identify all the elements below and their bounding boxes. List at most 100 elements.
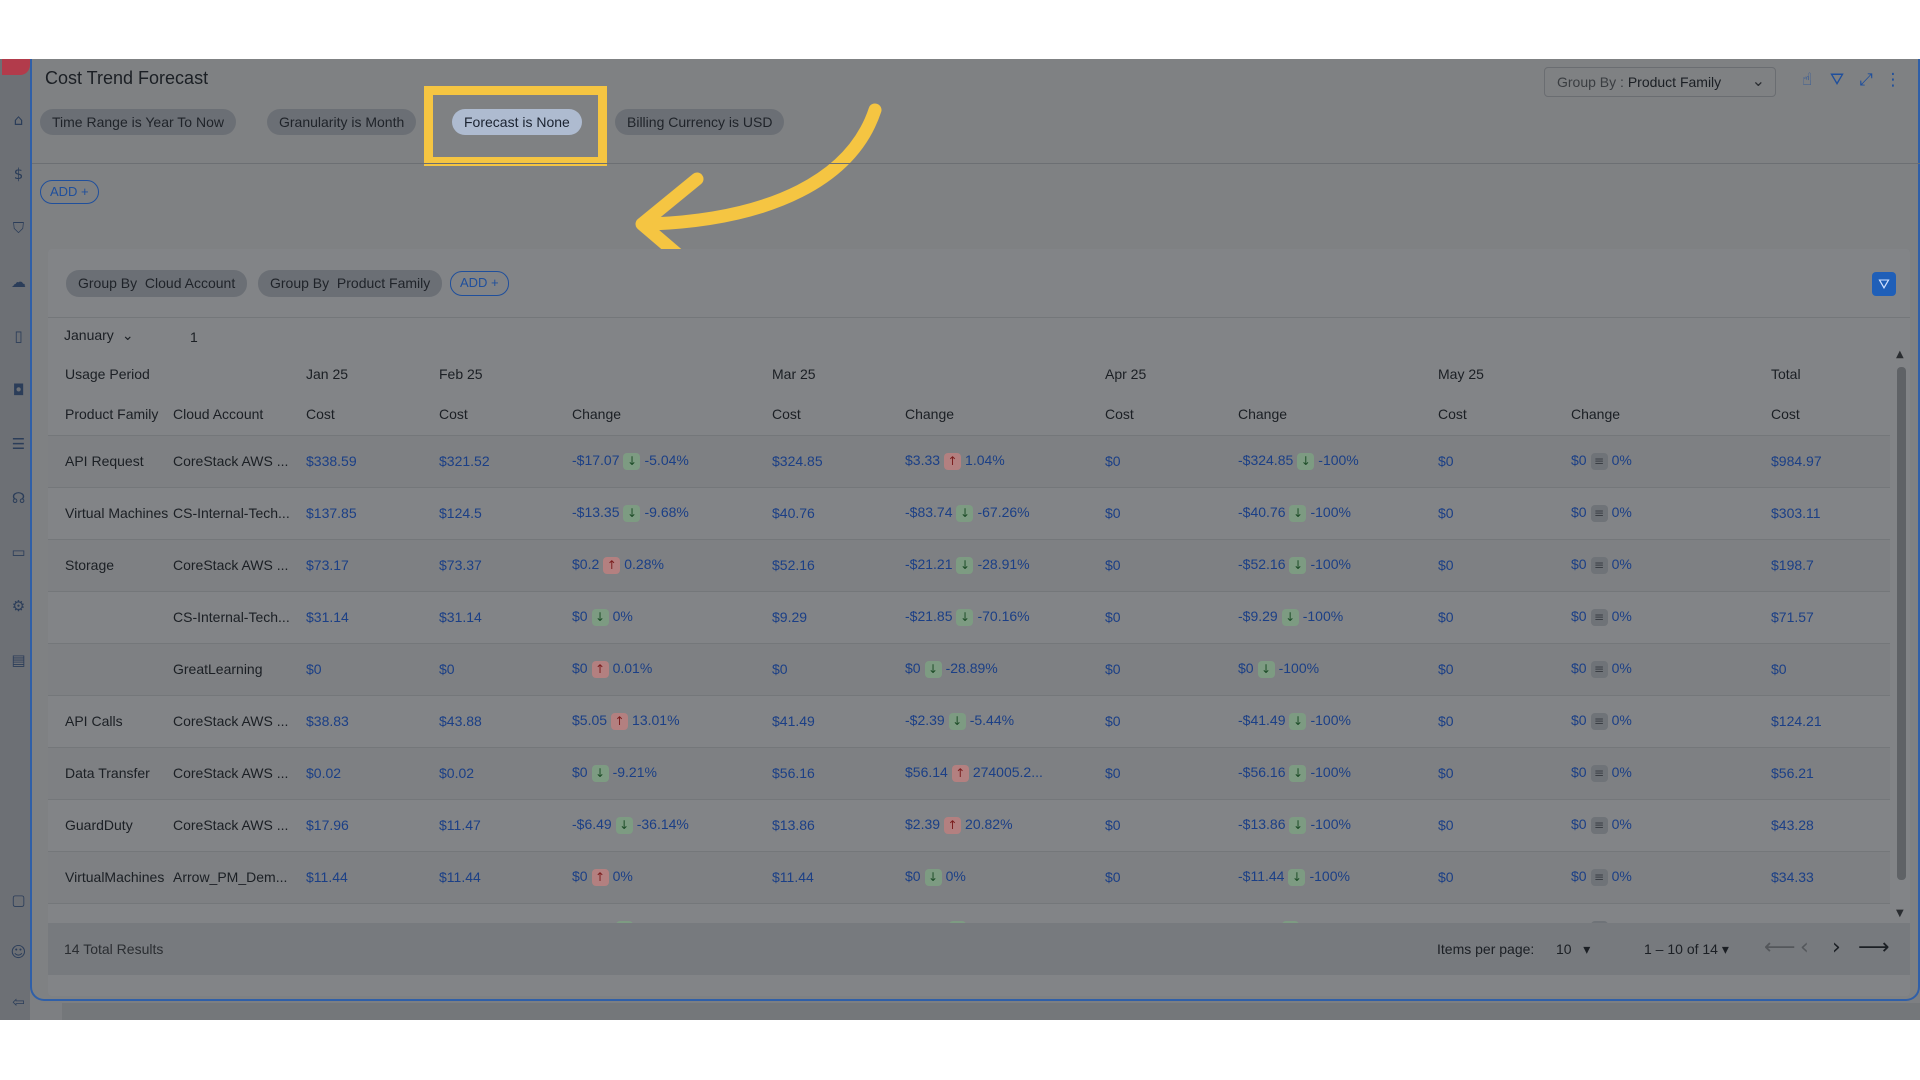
cost-cell[interactable]: $0 (1438, 903, 1571, 923)
total-cost-cell[interactable]: $124.21 (1771, 695, 1890, 748)
next-page-icon[interactable]: › (1832, 935, 1841, 960)
dollar-icon[interactable]: $ (9, 165, 28, 184)
cost-cell[interactable]: $0 (1105, 851, 1238, 904)
column-header[interactable]: Cost (772, 394, 905, 436)
cost-cell[interactable]: $0 (1105, 539, 1238, 592)
cost-cell[interactable]: $73.37 (439, 539, 572, 592)
first-page-icon[interactable]: ⟵ (1764, 935, 1796, 960)
user-icon[interactable]: ☺ (9, 943, 28, 962)
scroll-up-icon[interactable]: ▲ (1896, 349, 1904, 360)
column-header[interactable]: Change (572, 394, 772, 436)
cost-cell[interactable]: $11.44 (439, 851, 572, 904)
cost-cell[interactable]: $11.47 (439, 799, 572, 852)
column-header[interactable]: Change (905, 394, 1105, 436)
column-header[interactable]: Cost (1771, 394, 1890, 436)
cost-cell[interactable]: $6.48 (439, 903, 572, 923)
column-header[interactable]: Cost (1105, 394, 1238, 436)
more-icon[interactable]: ⋮ (1882, 69, 1904, 91)
cost-cell[interactable]: $0 (1438, 695, 1571, 748)
column-header[interactable]: Change (1571, 394, 1771, 436)
cost-cell[interactable]: $0 (1438, 591, 1571, 644)
cost-cell[interactable]: $41.49 (772, 695, 905, 748)
page-range-select[interactable]: 1 – 10 of 14 ▾ (1644, 941, 1729, 958)
group-chip-product-family[interactable]: Group By Product Family (258, 270, 443, 297)
cost-cell[interactable]: $0 (1105, 487, 1238, 540)
support-icon[interactable]: ☊ (9, 489, 28, 508)
cost-cell[interactable]: $124.5 (439, 487, 572, 540)
filter-icon[interactable]: ⛛ (1826, 69, 1848, 91)
cost-cell[interactable]: $9.29 (772, 591, 905, 644)
column-header[interactable]: Cost (1438, 394, 1571, 436)
column-header[interactable]: Change (1238, 394, 1438, 436)
logout-icon[interactable]: ⇦ (9, 993, 28, 1012)
cloud-icon[interactable]: ☁ (9, 273, 28, 292)
scroll-down-icon[interactable]: ▼ (1896, 908, 1904, 919)
cost-cell[interactable]: $38.83 (306, 695, 439, 748)
expand-icon[interactable]: ⤢ (1855, 69, 1877, 91)
cost-cell[interactable]: $56.16 (772, 747, 905, 800)
cost-cell[interactable]: $0 (1438, 851, 1571, 904)
column-header[interactable]: Cloud Account (173, 394, 306, 436)
total-cost-cell[interactable]: $34.33 (1771, 851, 1890, 904)
cost-cell[interactable]: $11.44 (306, 851, 439, 904)
cost-cell[interactable]: $0 (1438, 747, 1571, 800)
cost-cell[interactable]: $0 (1105, 435, 1238, 488)
total-cost-cell[interactable]: $43.28 (1771, 799, 1890, 852)
cost-cell[interactable]: $324.85 (772, 435, 905, 488)
total-cost-cell[interactable]: $71.57 (1771, 591, 1890, 644)
presentation-icon[interactable]: ▭ (9, 543, 28, 562)
cost-cell[interactable]: $0 (1438, 539, 1571, 592)
feedback-icon[interactable]: ▢ (9, 891, 28, 910)
cost-cell[interactable]: $338.59 (306, 435, 439, 488)
cost-cell[interactable]: $0 (1105, 643, 1238, 696)
docs-icon[interactable]: ▤ (9, 651, 28, 670)
cost-cell[interactable]: $43.88 (439, 695, 572, 748)
cost-cell[interactable]: $0 (1438, 435, 1571, 488)
cost-cell[interactable]: $321.52 (439, 435, 572, 488)
prev-page-icon[interactable]: ‹ (1800, 935, 1809, 960)
cost-cell[interactable]: $0 (439, 643, 572, 696)
cost-cell[interactable]: $17.96 (306, 799, 439, 852)
cost-cell[interactable]: $0.02 (439, 747, 572, 800)
cost-cell[interactable]: $7.18 (306, 903, 439, 923)
cost-cell[interactable]: $0 (306, 643, 439, 696)
column-header[interactable]: Product Family (48, 394, 173, 436)
settings-icon[interactable]: ⚙ (9, 597, 28, 616)
cost-cell[interactable]: $0 (1438, 799, 1571, 852)
month-select[interactable]: January ⌄ (64, 327, 134, 344)
pointer-icon[interactable]: ☝ (1796, 69, 1818, 91)
total-cost-cell[interactable]: $0 (1771, 643, 1890, 696)
filter-chip-granularity[interactable]: Granularity is Month (267, 109, 417, 135)
last-page-icon[interactable]: ⟶ (1858, 935, 1890, 960)
list-icon[interactable]: ☰ (9, 435, 28, 454)
cost-cell[interactable]: $2.14 (772, 903, 905, 923)
column-header[interactable]: Cost (439, 394, 572, 436)
cost-cell[interactable]: $0 (1438, 487, 1571, 540)
cost-cell[interactable]: $0 (1105, 799, 1238, 852)
cost-cell[interactable]: $0 (1105, 747, 1238, 800)
filter-icon[interactable]: ⛛ (1872, 272, 1896, 296)
column-header[interactable]: Cost (306, 394, 439, 436)
table-scrollbar[interactable]: ▲ ▼ (1894, 349, 1908, 919)
total-cost-cell[interactable]: $198.7 (1771, 539, 1890, 592)
cost-cell[interactable]: $137.85 (306, 487, 439, 540)
total-cost-cell[interactable]: $984.97 (1771, 435, 1890, 488)
cost-cell[interactable]: $40.76 (772, 487, 905, 540)
cost-cell[interactable]: $31.14 (306, 591, 439, 644)
add-filter-button[interactable]: ADD + (40, 180, 99, 204)
total-cost-cell[interactable]: $56.21 (1771, 747, 1890, 800)
cost-cell[interactable]: $0 (1105, 903, 1238, 923)
items-per-page-select[interactable]: 10 ▾ (1556, 941, 1590, 958)
group-by-select[interactable]: Group By : Product Family ⌄ (1544, 67, 1776, 97)
add-group-button[interactable]: ADD + (450, 271, 509, 296)
cost-cell[interactable]: $73.17 (306, 539, 439, 592)
book-icon[interactable]: ▯ (9, 327, 28, 346)
cost-cell[interactable]: $0 (1105, 591, 1238, 644)
chat-icon[interactable]: ◘ (9, 381, 28, 400)
scrollbar-thumb[interactable] (1897, 367, 1906, 880)
home-icon[interactable]: ⌂ (9, 111, 28, 130)
cost-cell[interactable]: $0 (1105, 695, 1238, 748)
cost-cell[interactable]: $0.02 (306, 747, 439, 800)
total-cost-cell[interactable]: $15.81 (1771, 903, 1890, 923)
cost-cell[interactable]: $31.14 (439, 591, 572, 644)
